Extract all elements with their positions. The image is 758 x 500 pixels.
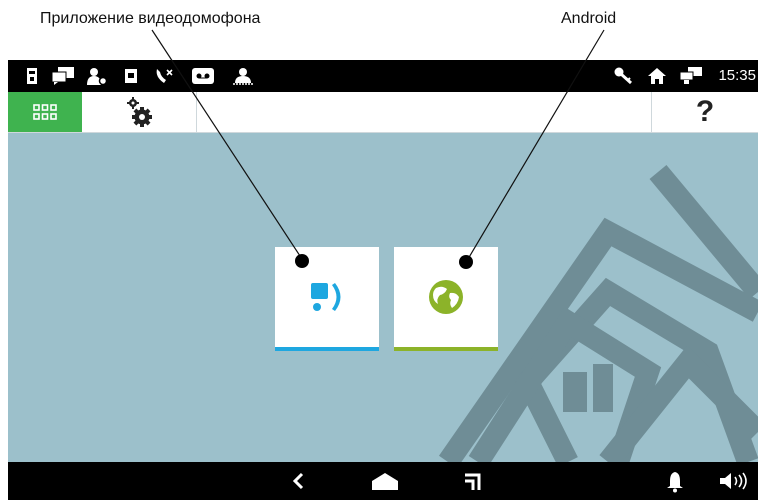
gears-icon — [127, 97, 152, 127]
missed-call-icon — [154, 66, 174, 86]
notification-bell-icon — [667, 470, 683, 493]
callout-android: Android — [561, 10, 617, 27]
help-button[interactable]: ? — [651, 92, 758, 132]
user-settings-icon — [86, 66, 108, 86]
home-button[interactable] — [368, 462, 402, 500]
settings-button[interactable] — [82, 92, 197, 132]
navigation-bar — [8, 462, 758, 500]
notification-button[interactable] — [662, 462, 688, 500]
globe-icon — [429, 280, 463, 314]
voicemail-icon — [192, 66, 214, 86]
messages-icon — [52, 66, 74, 86]
callout-intercom-app: Приложение видеодомофона — [40, 10, 261, 27]
wallpaper-pattern — [438, 164, 758, 462]
back-button[interactable] — [284, 462, 312, 500]
intercom-icon — [311, 283, 341, 311]
recents-icon — [465, 473, 481, 490]
key-icon — [614, 66, 634, 86]
intercom-app-tile[interactable] — [275, 247, 379, 351]
volume-icon — [720, 472, 747, 490]
recents-button[interactable] — [460, 462, 486, 500]
home-icon — [372, 473, 398, 490]
grid-icon — [33, 104, 57, 120]
home-status-icon — [646, 66, 668, 86]
back-icon — [292, 472, 304, 490]
sd-card-icon — [26, 66, 38, 86]
clock: 15:35 — [718, 67, 756, 84]
do-not-disturb-icon — [232, 66, 254, 86]
network-icon — [680, 66, 702, 86]
toolbar: ? — [8, 92, 758, 133]
status-bar: 15:35 — [8, 60, 758, 92]
volume-button[interactable] — [716, 462, 752, 500]
screen-icon — [124, 66, 138, 86]
apps-grid-button[interactable] — [8, 92, 82, 132]
device-screen: 15:35 ? — [8, 60, 758, 500]
android-tile[interactable] — [394, 247, 498, 351]
